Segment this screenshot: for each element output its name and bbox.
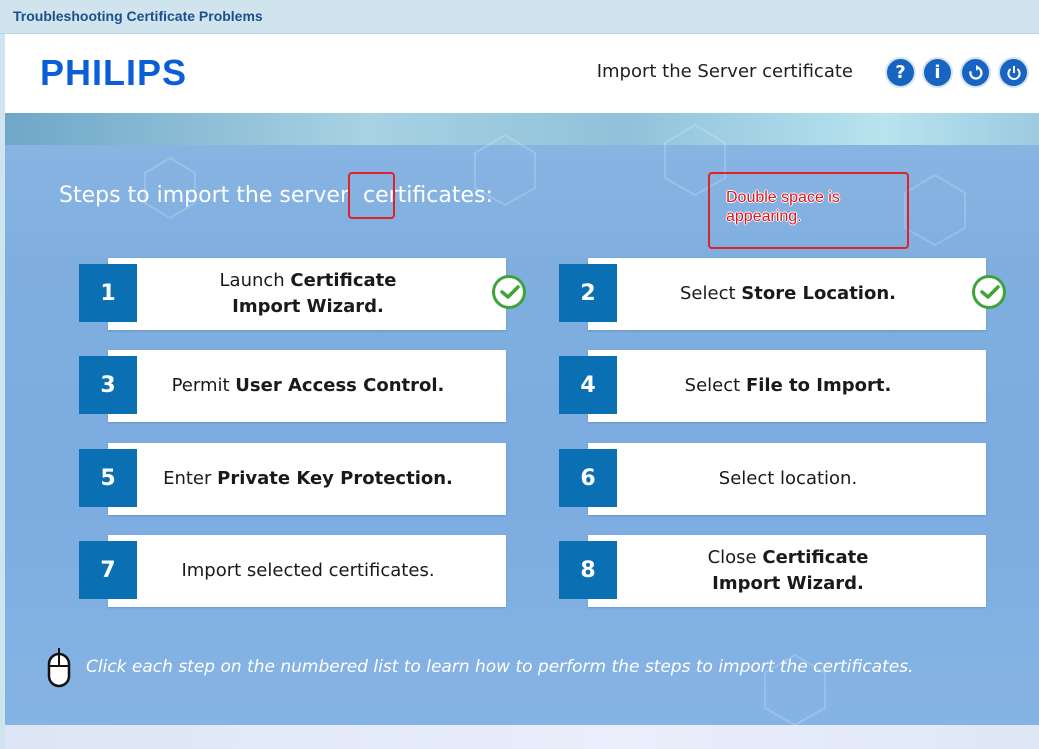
completed-check-icon xyxy=(972,275,1006,309)
step-number: 2 xyxy=(559,264,617,322)
step-1[interactable]: 1 Launch Certificate Import Wizard. xyxy=(79,258,526,330)
mouse-icon xyxy=(47,648,71,688)
info-icon: i xyxy=(934,62,941,83)
power-button[interactable] xyxy=(998,57,1029,88)
replay-icon xyxy=(968,64,982,80)
step-number: 6 xyxy=(559,449,617,507)
step-label: Import selected certificates. xyxy=(181,560,435,581)
philips-logo: PHILIPS xyxy=(40,52,188,93)
step-2[interactable]: 2 Select Store Location. xyxy=(559,258,1006,330)
help-button[interactable]: ? xyxy=(885,57,916,88)
step-label: Enter Private Key Protection. xyxy=(163,468,453,489)
double-space-highlight-box xyxy=(348,172,395,219)
step-number: 5 xyxy=(79,449,137,507)
review-annotation: Double space is appearing. xyxy=(708,172,909,249)
bottom-strip xyxy=(5,725,1039,749)
step-8[interactable]: 8 Close Certificate Import Wizard. xyxy=(559,535,986,607)
step-label: Permit User Access Control. xyxy=(171,375,445,396)
review-annotation-text: Double space is appearing. xyxy=(726,189,840,225)
step-number: 7 xyxy=(79,541,137,599)
window-titlebar: Troubleshooting Certificate Problems xyxy=(0,0,1039,34)
step-number: 3 xyxy=(79,356,137,414)
step-label: Select Store Location. xyxy=(680,283,896,304)
steps-heading: Steps to import the server certificates: xyxy=(59,183,493,208)
step-7[interactable]: 7 Import selected certificates. xyxy=(79,535,506,607)
step-number: 4 xyxy=(559,356,617,414)
step-4[interactable]: 4 Select File to Import. xyxy=(559,350,986,422)
step-3[interactable]: 3 Permit User Access Control. xyxy=(79,350,506,422)
completed-check-icon xyxy=(492,275,526,309)
power-icon xyxy=(1006,65,1021,80)
step-number: 1 xyxy=(79,264,137,322)
step-label: Select File to Import. xyxy=(684,375,892,396)
replay-button[interactable] xyxy=(960,57,991,88)
instruction-text: Click each step on the numbered list to … xyxy=(86,657,914,677)
help-icon: ? xyxy=(895,62,906,83)
step-number: 8 xyxy=(559,541,617,599)
step-label: Select location. xyxy=(718,468,858,489)
info-button[interactable]: i xyxy=(922,57,953,88)
step-6[interactable]: 6 Select location. xyxy=(559,443,986,515)
window-title: Troubleshooting Certificate Problems xyxy=(13,8,263,24)
step-label: Launch Certificate Import Wizard. xyxy=(219,270,397,317)
step-label: Close Certificate Import Wizard. xyxy=(707,547,869,594)
page-title: Import the Server certificate xyxy=(596,61,853,82)
step-5[interactable]: 5 Enter Private Key Protection. xyxy=(79,443,506,515)
header-bar: PHILIPS Import the Server certificate ? … xyxy=(5,34,1039,113)
